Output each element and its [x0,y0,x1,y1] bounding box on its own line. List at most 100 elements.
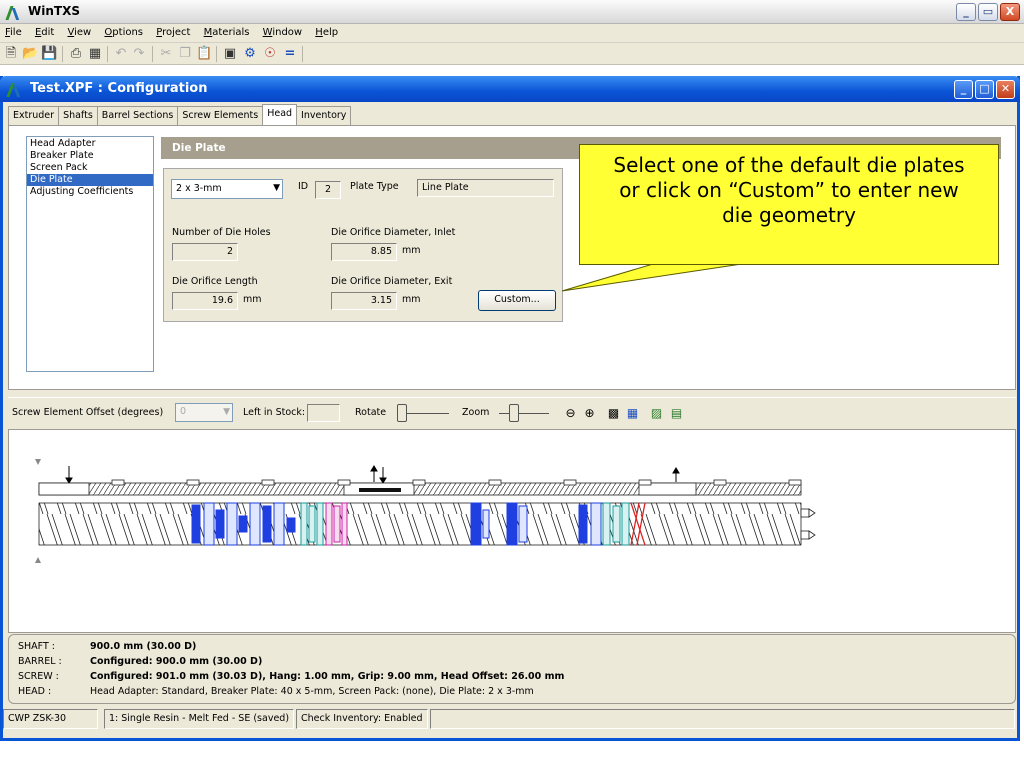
child-maximize-button[interactable]: □ [975,80,994,99]
zoom-in-icon[interactable]: ⊕ [582,406,597,421]
die-plate-header-title: Die Plate [172,142,226,154]
tab-shafts[interactable]: Shafts [58,106,98,125]
inlet-diameter-field: 8.85 [331,243,397,261]
status-project: 1: Single Resin - Melt Fed - SE (saved) [104,709,294,729]
orifice-length-label: Die Orifice Length [172,276,258,287]
undo-icon[interactable]: ↶ [113,46,129,62]
app-minimize-button[interactable]: _ [956,3,976,21]
config-tabs: Extruder Shafts Barrel Sections Screw Eleme… [8,104,352,126]
wizard-icon[interactable]: ⚙ [242,46,258,62]
menu-project[interactable]: Project [151,24,195,41]
configuration-title-bar: Test.XPF : Configuration _ □ ✕ [0,76,1020,102]
redo-icon[interactable]: ↷ [131,46,147,62]
child-minimize-button[interactable]: _ [954,80,973,99]
app-restore-button[interactable]: ▭ [978,3,998,21]
app-close-button[interactable]: X [1000,3,1020,21]
exit-diameter-label: Die Orifice Diameter, Exit [331,276,453,287]
offset-select[interactable]: 0 ▼ [175,403,233,422]
child-close-button[interactable]: ✕ [996,80,1015,99]
list-item-screen-pack[interactable]: Screen Pack [27,162,153,174]
die-holes-field: 2 [172,243,238,261]
zoom-slider-thumb[interactable] [509,404,519,422]
tab-head[interactable]: Head [262,104,298,125]
list-item-die-plate[interactable]: Die Plate [27,174,153,186]
elements-icon[interactable]: ▨ [649,406,664,421]
properties-icon[interactable]: ▣ [222,46,238,62]
equals-icon[interactable]: = [282,46,298,62]
die-holes-label: Number of Die Holes [172,227,271,238]
tab-inventory[interactable]: Inventory [296,106,352,125]
plate-type-field: Line Plate [417,179,554,197]
menu-file[interactable]: File [0,24,27,41]
layout-icon[interactable]: ▩ [606,406,621,421]
zoom-label: Zoom [462,407,490,418]
status-extruder: CWP ZSK-30 [3,709,98,729]
status-bar: CWP ZSK-30 1: Single Resin - Melt Fed - … [3,708,1017,730]
cut-icon[interactable]: ✂ [158,46,174,62]
list-item-adjusting-coefficients[interactable]: Adjusting Coefficients [27,186,153,198]
id-label: ID [298,181,309,192]
stock-label: Left in Stock: [243,407,306,418]
callout-line-3: die geometry [722,203,856,227]
paste-icon[interactable]: 📋 [196,46,212,62]
tab-screw-elements[interactable]: Screw Elements [177,106,264,125]
zoom-out-icon[interactable]: ⊖ [563,406,578,421]
menu-options[interactable]: Options [99,24,148,41]
shaft-summary: SHAFT : 900.0 mm (30.00 D) [18,641,196,652]
list-item-breaker-plate[interactable]: Breaker Plate [27,150,153,162]
screw-toolbar: Screw Element Offset (degrees) 0 ▼ Left … [8,397,1016,427]
head-key: HEAD : [18,686,52,697]
grid-view-icon[interactable]: ▦ [625,406,640,421]
die-plate-select[interactable]: 2 x 3-mm ▼ [171,179,283,199]
tab-extruder[interactable]: Extruder [8,106,60,125]
shaft-value: 900.0 mm (30.00 D) [90,641,197,652]
print-preview-icon[interactable]: ▦ [87,46,103,62]
screw-value: Configured: 901.0 mm (30.03 D), Hang: 1.… [90,671,565,682]
menu-materials[interactable]: Materials [199,24,255,41]
chevron-down-icon[interactable]: ▼ [223,407,230,417]
inlet-unit: mm [402,245,421,256]
toolbar-separator [302,46,303,62]
configuration-summary: SHAFT : 900.0 mm (30.00 D) BARREL : Config… [8,634,1016,704]
kneading-blocks-magenta [325,502,348,546]
barrel-key: BARREL : [18,656,62,667]
copy-icon[interactable]: ❐ [177,46,193,62]
barrel-summary: BARREL : Configured: 900.0 mm (30.00 D) [18,656,262,667]
offset-label: Screw Element Offset (degrees) [12,407,164,418]
tab-barrel-sections[interactable]: Barrel Sections [96,106,179,125]
menu-bar: File Edit View Options Project Materials… [0,24,1024,43]
bottom-marker-icon [35,557,41,563]
window-logo-icon [6,81,24,97]
save-icon[interactable]: 💾 [41,46,57,62]
screw-key: SCREW : [18,671,59,682]
list-item-head-adapter[interactable]: Head Adapter [27,138,153,150]
menu-view[interactable]: View [63,24,97,41]
callout-line-1: Select one of the default die plates [613,153,965,177]
chevron-down-icon[interactable]: ▼ [273,183,280,193]
new-file-icon[interactable]: 🗎 [3,46,19,62]
shaft-key: SHAFT : [18,641,55,652]
plate-type-label: Plate Type [350,181,399,192]
length-unit: mm [243,294,262,305]
menu-edit[interactable]: Edit [30,24,59,41]
menu-help[interactable]: Help [310,24,343,41]
screw-drawing [35,459,816,563]
die-plate-select-value: 2 x 3-mm [176,183,222,194]
list-view-icon[interactable]: ▤ [669,406,684,421]
app-logo-icon [5,4,23,20]
globe-icon[interactable]: ☉ [262,46,278,62]
configuration-title: Test.XPF : Configuration [30,81,208,96]
toolbar-separator [152,46,153,62]
head-summary: HEAD : Head Adapter: Standard, Breaker Pl… [18,686,534,697]
barrel-value: Configured: 900.0 mm (30.00 D) [90,656,263,667]
callout-line-2: or click on “Custom” to enter new [619,178,959,202]
print-icon[interactable]: ⎙ [68,46,84,62]
rotate-slider-thumb[interactable] [397,404,407,422]
head-component-list: Head Adapter Breaker Plate Screen Pack D… [26,136,154,372]
menu-window[interactable]: Window [258,24,307,41]
zoom-slider-track[interactable] [499,413,549,414]
exit-unit: mm [402,294,421,305]
toolbar-separator [216,46,217,62]
shaft-ends [800,508,816,540]
open-folder-icon[interactable]: 📂 [22,46,38,62]
